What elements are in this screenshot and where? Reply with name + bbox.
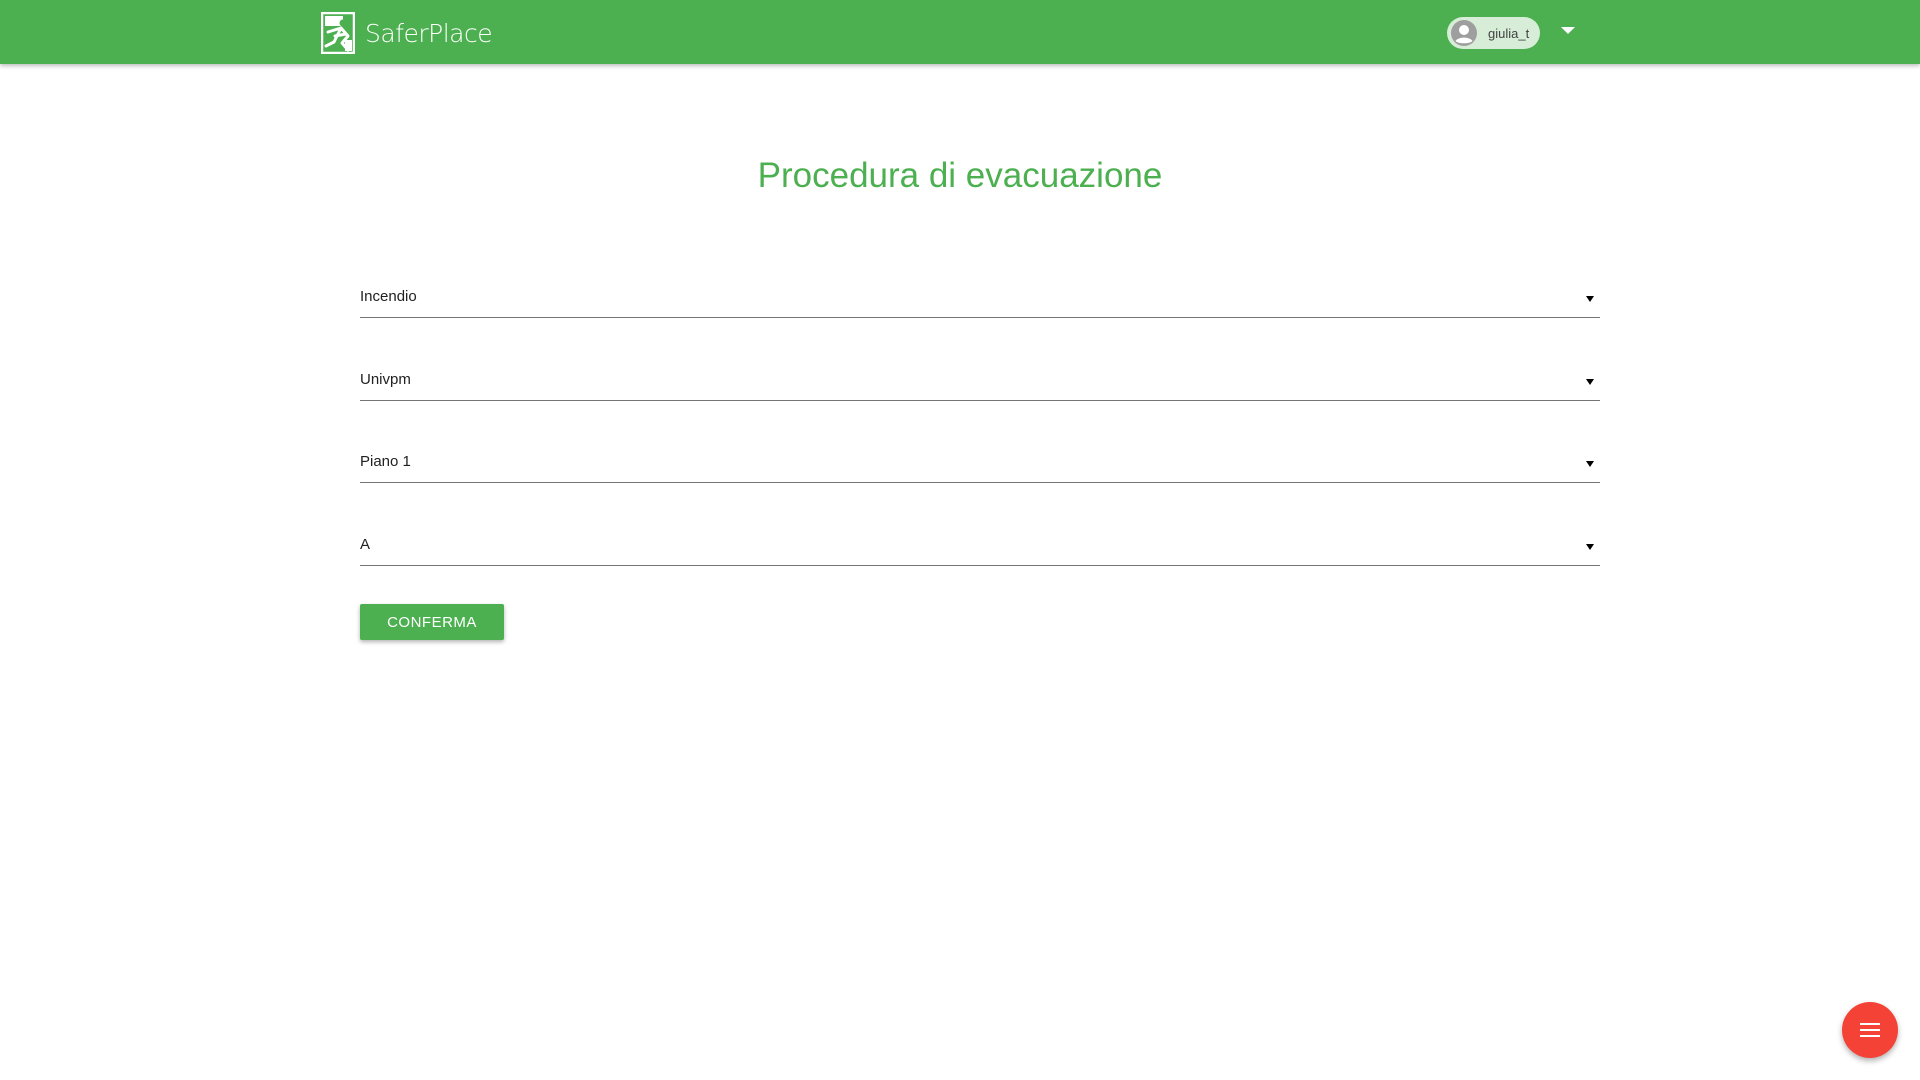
saferplace-logo-icon — [321, 12, 355, 54]
user-name: giulia_t — [1488, 25, 1530, 41]
user-chip[interactable]: giulia_t — [1447, 17, 1540, 49]
brand-name: SaferPlace — [365, 18, 493, 48]
brand-link[interactable]: SaferPlace — [321, 12, 493, 54]
confirm-button[interactable]: CONFERMA — [360, 604, 504, 640]
dropdown-arrow-icon — [1586, 461, 1594, 467]
floor-select[interactable]: Piano 1 — [360, 443, 1600, 483]
top-bar: SaferPlace giulia_t — [0, 0, 1920, 64]
caret-down-icon[interactable] — [1561, 27, 1575, 34]
dropdown-arrow-icon — [1586, 296, 1594, 302]
building-value: Univpm — [360, 371, 411, 388]
floor-value: Piano 1 — [360, 453, 411, 470]
emergency-type-select[interactable]: Incendio — [360, 278, 1600, 318]
dropdown-arrow-icon — [1586, 379, 1594, 385]
menu-fab-button[interactable] — [1842, 1002, 1898, 1058]
zone-select[interactable]: A — [360, 526, 1600, 566]
dropdown-arrow-icon — [1586, 544, 1594, 550]
account-circle-icon — [1451, 20, 1477, 46]
zone-value: A — [360, 536, 371, 553]
emergency-type-value: Incendio — [360, 288, 417, 305]
page-title: Procedura di evacuazione — [757, 156, 1163, 195]
menu-icon — [1860, 1023, 1880, 1037]
building-select[interactable]: Univpm — [360, 361, 1600, 401]
